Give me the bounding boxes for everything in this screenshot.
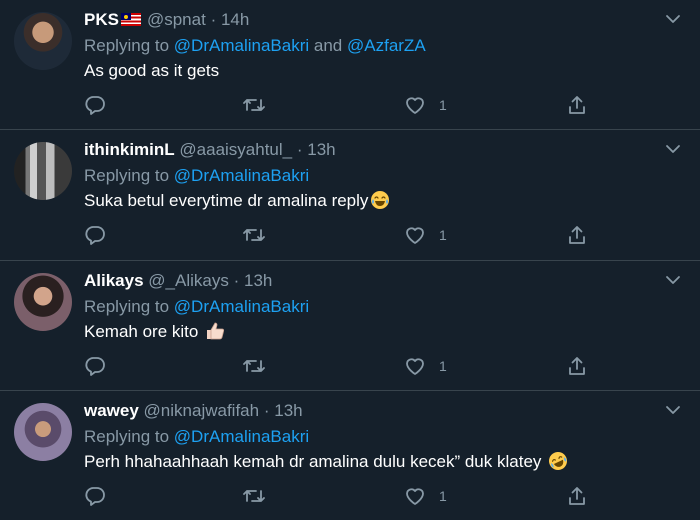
heart-icon xyxy=(406,227,424,244)
tweet-header: PKS @spnat · 14h xyxy=(84,9,249,31)
share-button[interactable] xyxy=(566,224,588,248)
reply-button[interactable] xyxy=(84,485,106,509)
tweet-header: wawey @niknajwafifah · 13h xyxy=(84,400,303,422)
tears-of-joy-emoji xyxy=(371,191,390,209)
separator-dot: · xyxy=(210,10,217,29)
reply-feed: PKS @spnat · 14h Replying to @DrAmalinaBa… xyxy=(0,0,700,520)
tweet-text-content: As good as it gets xyxy=(84,61,220,80)
replying-to-label: Replying to xyxy=(84,166,170,185)
like-button[interactable] xyxy=(404,94,426,118)
share-icon xyxy=(569,96,585,114)
chevron-down-icon[interactable] xyxy=(664,401,682,419)
share-icon xyxy=(569,226,585,244)
mention-link[interactable]: @DrAmalinaBakri xyxy=(174,427,309,446)
malaysia-flag-icon xyxy=(120,13,141,26)
rolling-laughing-emoji xyxy=(549,452,568,470)
chevron-down-icon[interactable] xyxy=(664,10,682,28)
replying-to: Replying to @DrAmalinaBakri and @AzfarZA xyxy=(84,35,426,57)
tweet-text: Perh hhahaahhaah kemah dr amalina dulu k… xyxy=(84,451,568,473)
tweet-text: Kemah ore kito xyxy=(84,321,225,343)
tweet[interactable]: wawey @niknajwafifah · 13h Replying to @… xyxy=(0,391,700,520)
user-handle[interactable]: @niknajwafifah xyxy=(144,401,260,420)
replying-to: Replying to @DrAmalinaBakri xyxy=(84,296,309,318)
tweet-actions: 1 xyxy=(84,485,604,509)
share-button[interactable] xyxy=(566,485,588,509)
tweet-text-content: Kemah ore kito xyxy=(84,322,199,341)
tweet-header: Alikays @_Alikays · 13h xyxy=(84,270,272,292)
replying-to-label: Replying to xyxy=(84,427,170,446)
timestamp[interactable]: 13h xyxy=(274,401,302,420)
retweet-button[interactable] xyxy=(242,94,266,118)
tweet-text: As good as it gets xyxy=(84,60,219,82)
mention-link[interactable]: @DrAmalinaBakri xyxy=(174,166,309,185)
tweet-actions: 1 xyxy=(84,94,604,118)
display-name[interactable]: Alikays xyxy=(84,271,144,290)
replying-to-label: Replying to xyxy=(84,36,170,55)
display-name[interactable]: ithinkiminL xyxy=(84,140,175,159)
tweet-actions: 1 xyxy=(84,224,604,248)
chevron-down-icon[interactable] xyxy=(664,140,682,158)
timestamp[interactable]: 14h xyxy=(221,10,249,29)
mention-link[interactable]: @DrAmalinaBakri xyxy=(174,297,309,316)
like-count: 1 xyxy=(439,488,447,504)
share-button[interactable] xyxy=(566,355,588,379)
user-handle[interactable]: @spnat xyxy=(147,10,206,29)
like-count: 1 xyxy=(439,358,447,374)
replying-to-label: Replying to xyxy=(84,297,170,316)
tweet-text-content: Suka betul everytime dr amalina reply xyxy=(84,191,369,210)
reply-icon xyxy=(85,357,105,376)
mention-link[interactable]: @AzfarZA xyxy=(347,36,426,55)
tweet-header: ithinkiminL @aaaisyahtul_ · 13h xyxy=(84,139,336,161)
separator-dot: · xyxy=(296,140,303,159)
retweet-button[interactable] xyxy=(242,355,266,379)
timestamp[interactable]: 13h xyxy=(244,271,272,290)
reply-button[interactable] xyxy=(84,224,106,248)
share-icon xyxy=(569,487,585,505)
tweet[interactable]: PKS @spnat · 14h Replying to @DrAmalinaBa… xyxy=(0,0,700,130)
share-button[interactable] xyxy=(566,94,588,118)
like-button[interactable] xyxy=(404,224,426,248)
avatar[interactable] xyxy=(14,12,72,70)
like-button[interactable] xyxy=(404,485,426,509)
retweet-icon xyxy=(243,229,265,241)
timestamp[interactable]: 13h xyxy=(307,140,335,159)
user-handle[interactable]: @aaaisyahtul_ xyxy=(179,140,292,159)
separator-dot: · xyxy=(233,271,240,290)
heart-icon xyxy=(406,97,424,114)
tweet[interactable]: Alikays @_Alikays · 13h Replying to @DrA… xyxy=(0,261,700,391)
reply-button[interactable] xyxy=(84,94,106,118)
share-icon xyxy=(569,357,585,375)
thumbs-up-emoji xyxy=(207,322,225,340)
reply-icon xyxy=(85,226,105,245)
replying-to: Replying to @DrAmalinaBakri xyxy=(84,426,309,448)
like-count: 1 xyxy=(439,97,447,113)
mention-link[interactable]: @DrAmalinaBakri xyxy=(174,36,309,55)
retweet-icon xyxy=(243,360,265,372)
replying-to: Replying to @DrAmalinaBakri xyxy=(84,165,309,187)
reply-button[interactable] xyxy=(84,355,106,379)
avatar[interactable] xyxy=(14,142,72,200)
tweet-text-content: Perh hhahaahhaah kemah dr amalina dulu k… xyxy=(84,452,542,471)
mention-joiner: and xyxy=(313,36,343,55)
display-name[interactable]: PKS xyxy=(84,10,119,29)
heart-icon xyxy=(406,488,424,505)
retweet-button[interactable] xyxy=(242,224,266,248)
tweet-text: Suka betul everytime dr amalina reply xyxy=(84,190,390,212)
display-name[interactable]: wawey xyxy=(84,401,139,420)
avatar[interactable] xyxy=(14,273,72,331)
chevron-down-icon[interactable] xyxy=(664,271,682,289)
heart-icon xyxy=(406,358,424,375)
retweet-icon xyxy=(243,490,265,502)
reply-icon xyxy=(85,96,105,115)
like-button[interactable] xyxy=(404,355,426,379)
tweet-actions: 1 xyxy=(84,355,604,379)
tweet[interactable]: ithinkiminL @aaaisyahtul_ · 13h Replying… xyxy=(0,130,700,261)
reply-icon xyxy=(85,487,105,506)
user-handle[interactable]: @_Alikays xyxy=(148,271,229,290)
retweet-button[interactable] xyxy=(242,485,266,509)
avatar[interactable] xyxy=(14,403,72,461)
separator-dot: · xyxy=(263,401,270,420)
like-count: 1 xyxy=(439,227,447,243)
retweet-icon xyxy=(243,99,265,111)
